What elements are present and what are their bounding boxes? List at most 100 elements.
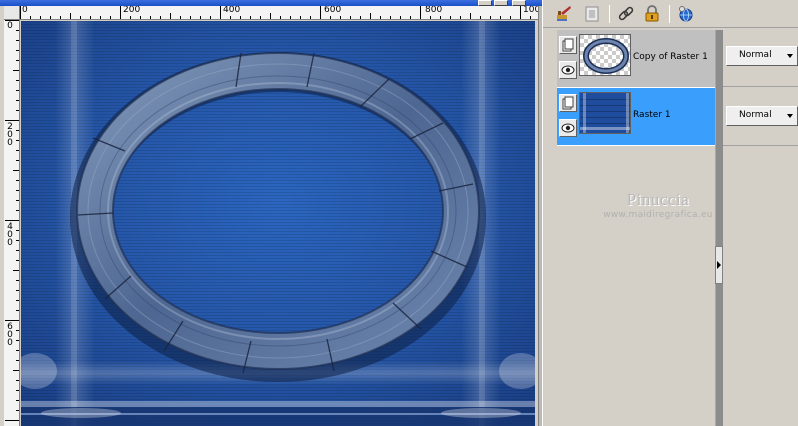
ruler-tick [460, 16, 461, 19]
ruler-tick [340, 16, 341, 19]
image-canvas[interactable] [21, 21, 535, 426]
ruler-tick [280, 16, 281, 19]
ruler-tick [210, 16, 211, 19]
ruler-label-600-v: 600 [7, 322, 13, 348]
ruler-tick-v [16, 50, 19, 51]
ruler-tick-v [16, 300, 19, 301]
ruler-tick [440, 16, 441, 19]
brush-icon[interactable] [553, 4, 575, 24]
ruler-tick [290, 16, 291, 19]
ruler-tick [410, 16, 411, 19]
ruler-tick [300, 16, 301, 19]
app-root: 0 200 400 600 800 100 0 200 400 600 [0, 0, 798, 426]
layer-row-raster-1[interactable]: Raster 1 [557, 88, 715, 146]
ruler-tick [90, 16, 91, 19]
ruler-tick [530, 16, 531, 19]
ruler-tick-v [16, 90, 19, 91]
ruler-tick [500, 16, 501, 19]
layer-row-copy-of-raster-1[interactable]: Copy of Raster 1 [557, 30, 715, 88]
ruler-tick [20, 6, 21, 19]
ruler-tick [520, 6, 521, 19]
layers-palette: Copy of Raster 1 Raster 1 Normal Normal … [542, 0, 798, 426]
chevron-down-icon [787, 54, 793, 58]
layer-name: Raster 1 [633, 110, 671, 120]
ruler-label-200-v: 200 [7, 122, 13, 148]
ruler-tick-v [5, 20, 19, 21]
ruler-tick-v [16, 290, 19, 291]
panel-splitter[interactable] [715, 30, 723, 426]
ruler-tick [310, 16, 311, 19]
ruler-tick-v [16, 260, 19, 261]
ruler-tick [370, 13, 371, 19]
ruler-tick-v [16, 130, 19, 131]
ruler-tick-v [16, 180, 19, 181]
ruler-tick [470, 13, 471, 19]
ruler-tick-v [16, 280, 19, 281]
ruler-tick-v [16, 330, 19, 331]
ruler-tick [70, 13, 71, 19]
ruler-tick [490, 16, 491, 19]
ruler-tick-v [5, 220, 19, 221]
ruler-tick [50, 16, 51, 19]
ruler-tick-v [16, 340, 19, 341]
ruler-tick [60, 16, 61, 19]
ruler-tick [480, 16, 481, 19]
ruler-tick [120, 6, 121, 19]
layer-group-icon[interactable] [559, 36, 577, 54]
layer-properties-column: Normal Normal [723, 30, 798, 426]
layers-list: Copy of Raster 1 Raster 1 [557, 30, 715, 426]
ruler-tick [270, 13, 271, 19]
artwork [21, 21, 535, 426]
ruler-tick [200, 16, 201, 19]
ruler-tick-v [16, 230, 19, 231]
ruler-tick-v [16, 250, 19, 251]
ruler-tick [190, 16, 191, 19]
ruler-label-800: 800 [425, 6, 443, 15]
blend-mode-dropdown-copy-of-raster-1[interactable]: Normal [726, 46, 798, 66]
visibility-eye-icon[interactable] [559, 119, 577, 137]
ruler-tick [450, 16, 451, 19]
ruler-label-400: 400 [223, 6, 241, 15]
toolbar-separator-2 [669, 5, 670, 23]
ruler-tick [260, 16, 261, 19]
ruler-tick-v [16, 40, 19, 41]
visibility-eye-icon[interactable] [559, 61, 577, 79]
ruler-tick [40, 16, 41, 19]
ruler-tick [250, 16, 251, 19]
ruler-tick-v [16, 80, 19, 81]
ruler-tick [180, 16, 181, 19]
blend-mode-dropdown-raster-1[interactable]: Normal [726, 106, 798, 126]
ruler-tick [160, 16, 161, 19]
ruler-tick [220, 6, 221, 19]
globe-icon[interactable] [675, 4, 697, 24]
ruler-tick-v [13, 70, 19, 71]
ruler-tick [320, 6, 321, 19]
ruler-tick-v [16, 410, 19, 411]
ruler-tick [170, 13, 171, 19]
ruler-tick-v [16, 210, 19, 211]
ruler-tick [360, 16, 361, 19]
ruler-tick [400, 16, 401, 19]
ruler-tick-v [13, 170, 19, 171]
vertical-ruler[interactable]: 0 200 400 600 [4, 20, 20, 426]
layer-group-icon[interactable] [559, 94, 577, 112]
ruler-tick [330, 16, 331, 19]
link-icon[interactable] [615, 4, 637, 24]
ruler-tick-v [5, 320, 19, 321]
ruler-tick [230, 16, 231, 19]
layer-thumbnail-background [579, 92, 631, 134]
ruler-label-0-v: 0 [7, 21, 13, 31]
ruler-tick-v [16, 140, 19, 141]
splitter-collapse-button[interactable] [715, 246, 723, 284]
ruler-tick-v [16, 240, 19, 241]
ruler-tick [240, 16, 241, 19]
ruler-tick [100, 16, 101, 19]
ruler-tick-v [16, 200, 19, 201]
mask-icon[interactable] [581, 4, 603, 24]
ruler-tick [110, 16, 111, 19]
toolbar-separator [609, 5, 610, 23]
layer-thumbnail-ring [579, 34, 631, 76]
ruler-tick-v [13, 370, 19, 371]
lock-icon[interactable] [641, 4, 663, 24]
horizontal-ruler[interactable]: 0 200 400 600 800 100 [20, 6, 538, 20]
